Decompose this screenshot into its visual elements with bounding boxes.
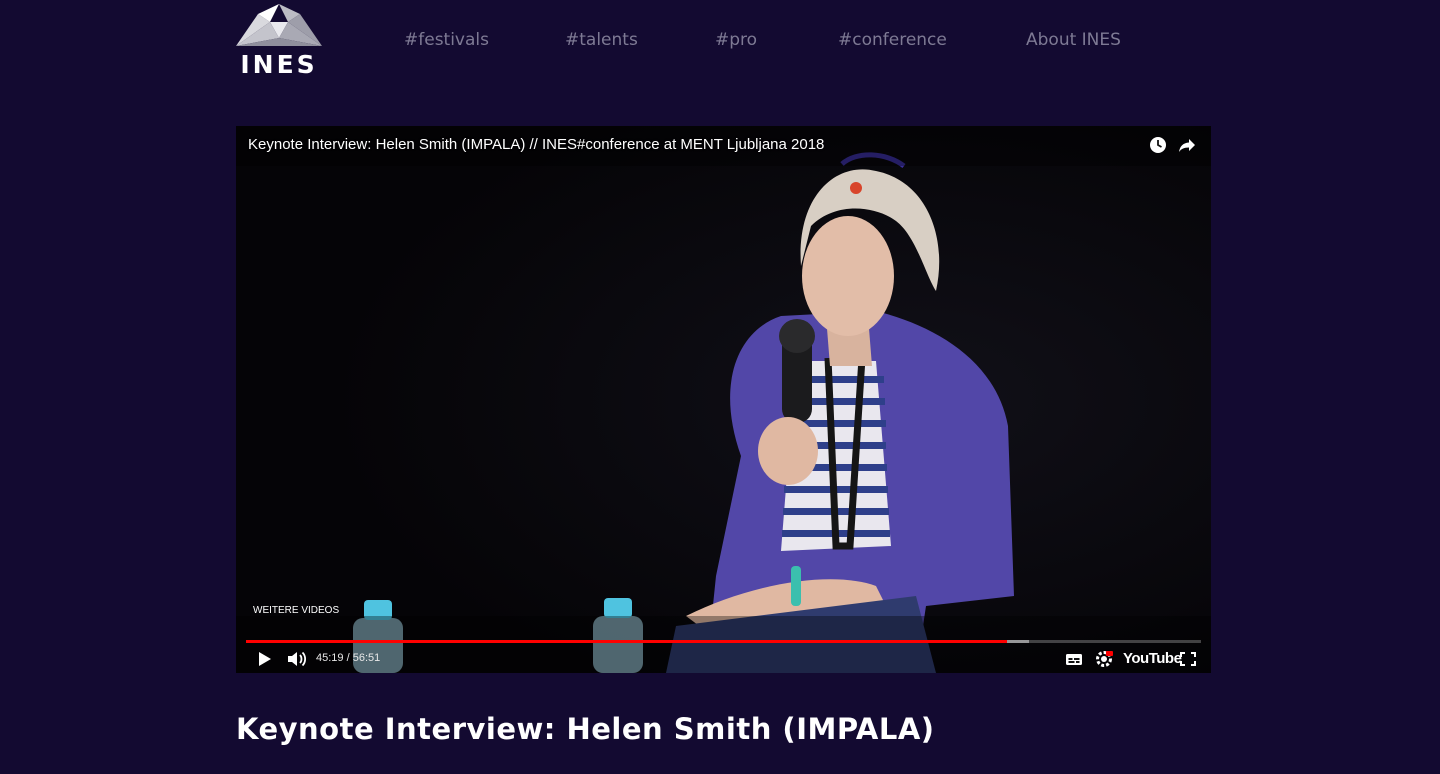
clock-icon[interactable]: [1148, 135, 1168, 155]
play-icon[interactable]: [256, 649, 274, 669]
share-icon[interactable]: [1177, 135, 1197, 155]
volume-icon[interactable]: [286, 649, 308, 669]
current-time: 45:19: [316, 652, 344, 664]
video-title[interactable]: Keynote Interview: Helen Smith (IMPALA) …: [248, 136, 824, 153]
logo-text: INES: [240, 50, 318, 79]
duration: 56:51: [352, 652, 381, 664]
video-player[interactable]: Keynote Interview: Helen Smith (IMPALA) …: [236, 126, 1211, 673]
subtitles-icon[interactable]: [1065, 649, 1083, 669]
video-frame: [236, 126, 1211, 673]
page: INES #festivals #talents #pro #conferenc…: [0, 0, 1440, 774]
more-videos-label[interactable]: WEITERE VIDEOS: [253, 605, 339, 616]
nav-item-conference[interactable]: #conference: [838, 30, 947, 50]
progress-played: [246, 640, 1008, 643]
progress-bar[interactable]: [246, 640, 1201, 643]
time-display: 45:19 / 56:51: [316, 652, 380, 664]
time-separator: /: [343, 652, 353, 664]
nav-item-talents[interactable]: #talents: [565, 30, 638, 50]
nav-item-about[interactable]: About INES: [1026, 30, 1121, 50]
page-title: Keynote Interview: Helen Smith (IMPALA): [236, 712, 935, 746]
settings-gear-icon[interactable]: [1094, 649, 1114, 669]
main-nav: #festivals #talents #pro #conference Abo…: [0, 30, 1440, 54]
nav-item-festivals[interactable]: #festivals: [404, 30, 489, 50]
nav-item-pro[interactable]: #pro: [715, 30, 757, 50]
fullscreen-icon[interactable]: [1179, 649, 1197, 669]
youtube-logo[interactable]: YouTube: [1123, 650, 1182, 667]
